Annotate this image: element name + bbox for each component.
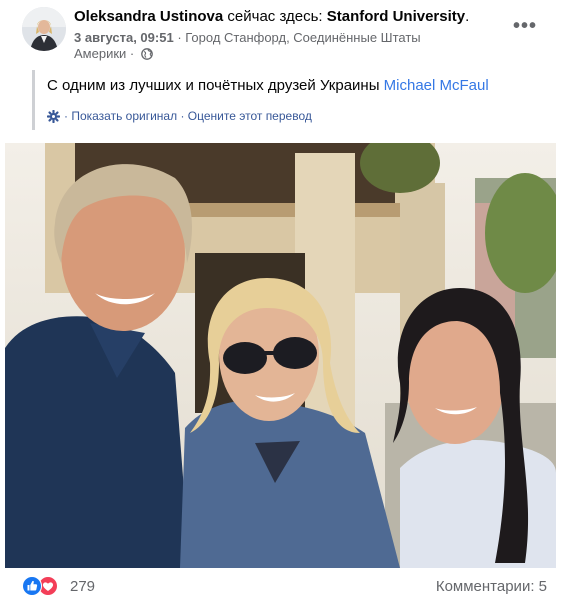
like-icon	[22, 576, 42, 596]
mention-link[interactable]: Michael McFaul	[384, 77, 489, 94]
post-meta: 3 августа, 09:51 · Город Станфорд, Соеди…	[74, 30, 474, 64]
author-line: Oleksandra Ustinova сейчас здесь: Stanfo…	[74, 8, 504, 26]
translation-bar: · Показать оригинал · Оцените этот перев…	[46, 108, 542, 127]
post-body: С одним из лучших и почётных друзей Укра…	[47, 70, 542, 96]
comments-count-link[interactable]: Комментарии: 5	[436, 578, 547, 596]
translation-separator: ·	[177, 109, 188, 123]
photo-image	[5, 143, 556, 568]
post-body-text: С одним из лучших и почётных друзей Укра…	[47, 77, 380, 94]
post-text-block: С одним из лучших и почётных друзей Укра…	[32, 70, 542, 130]
author-name-link[interactable]: Oleksandra Ustinova	[74, 8, 223, 25]
globe-icon[interactable]	[141, 48, 153, 64]
post-timestamp-link[interactable]: 3 августа, 09:51	[74, 30, 174, 45]
post-header: Oleksandra Ustinova сейчас здесь: Stanfo…	[0, 0, 561, 62]
activity-text: сейчас здесь:	[227, 8, 323, 25]
avatar-image	[22, 7, 66, 51]
more-options-icon[interactable]: •••	[510, 14, 540, 38]
author-avatar[interactable]	[22, 7, 66, 51]
rate-translation-link[interactable]: Оцените этот перевод	[188, 109, 312, 123]
place-link[interactable]: Stanford University	[327, 8, 465, 25]
post-photo[interactable]	[5, 143, 556, 568]
gear-icon	[46, 109, 61, 127]
show-original-link[interactable]: · Показать оригинал	[64, 109, 177, 123]
place-suffix: .	[465, 8, 470, 25]
post-footer: 279 Комментарии: 5	[0, 574, 561, 600]
reaction-count: 279	[70, 578, 96, 595]
